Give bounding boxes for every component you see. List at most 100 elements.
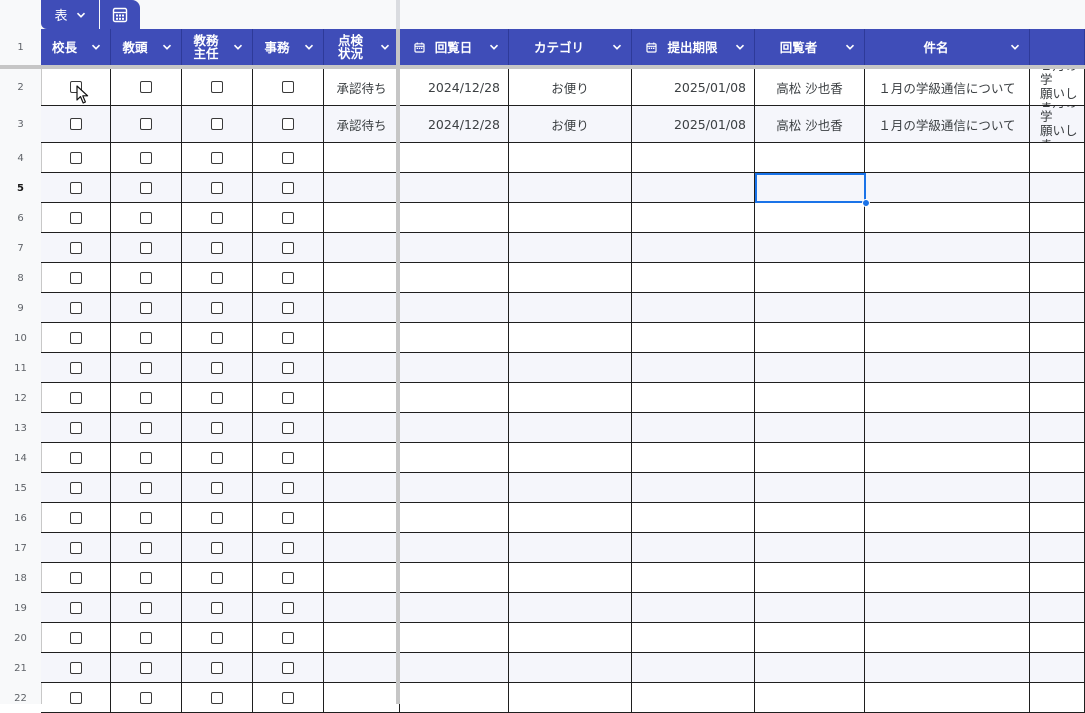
cell-k[interactable]: [1030, 533, 1085, 563]
cell-a[interactable]: [41, 263, 111, 293]
cell-k[interactable]: [1030, 383, 1085, 413]
checkbox[interactable]: [211, 691, 223, 704]
cell-k[interactable]: [1030, 323, 1085, 353]
checkbox[interactable]: [211, 81, 223, 93]
cell-d[interactable]: [253, 683, 324, 713]
cell-e[interactable]: [324, 623, 400, 653]
row-number[interactable]: 12: [0, 383, 41, 413]
cell-d[interactable]: [253, 106, 324, 143]
cell-f[interactable]: [400, 173, 509, 203]
row-number[interactable]: 11: [0, 353, 41, 383]
chevron-down-icon[interactable]: [486, 42, 502, 52]
chevron-down-icon[interactable]: [377, 42, 393, 52]
row-number[interactable]: 16: [0, 503, 41, 533]
checkbox[interactable]: [211, 151, 223, 164]
cell-c[interactable]: [182, 293, 253, 323]
cell-f[interactable]: [400, 353, 509, 383]
cell-j[interactable]: [865, 323, 1030, 353]
cell-i[interactable]: [755, 563, 865, 593]
chevron-down-icon[interactable]: [230, 42, 246, 52]
checkbox[interactable]: [69, 361, 82, 374]
checkbox[interactable]: [69, 451, 82, 464]
cell-e[interactable]: [324, 233, 400, 263]
cell-e[interactable]: [324, 323, 400, 353]
row-number[interactable]: 19: [0, 593, 41, 623]
checkbox[interactable]: [69, 118, 82, 130]
cell-g[interactable]: [509, 143, 632, 173]
cell-g[interactable]: [509, 323, 632, 353]
cell-a[interactable]: [41, 443, 111, 473]
cell-j[interactable]: [865, 353, 1030, 383]
cell-b[interactable]: [111, 623, 182, 653]
cell-d[interactable]: [253, 353, 324, 383]
checkbox[interactable]: [282, 691, 294, 704]
checkbox[interactable]: [282, 271, 294, 284]
checkbox[interactable]: [282, 151, 294, 164]
cell-g[interactable]: お便り: [509, 106, 632, 143]
cell-e[interactable]: [324, 143, 400, 173]
column-header-k[interactable]: [1030, 29, 1085, 65]
row-number[interactable]: 3: [0, 106, 41, 143]
cell-j[interactable]: [865, 383, 1030, 413]
cell-e[interactable]: [324, 533, 400, 563]
cell-e[interactable]: [324, 593, 400, 623]
checkbox[interactable]: [211, 118, 223, 130]
cell-a[interactable]: [41, 143, 111, 173]
cell-c[interactable]: [182, 563, 253, 593]
checkbox[interactable]: [69, 541, 82, 554]
checkbox[interactable]: [211, 631, 223, 644]
cell-h[interactable]: [632, 203, 755, 233]
row-number[interactable]: 7: [0, 233, 41, 263]
cell-f[interactable]: 2024/12/28: [400, 69, 509, 106]
checkbox[interactable]: [69, 691, 82, 704]
cell-a[interactable]: [41, 593, 111, 623]
cell-g[interactable]: [509, 623, 632, 653]
checkbox[interactable]: [282, 481, 294, 494]
checkbox[interactable]: [282, 451, 294, 464]
cell-b[interactable]: [111, 263, 182, 293]
checkbox[interactable]: [211, 241, 223, 254]
cell-a[interactable]: [41, 533, 111, 563]
cell-a[interactable]: [41, 473, 111, 503]
cell-f[interactable]: 2024/12/28: [400, 106, 509, 143]
cell-g[interactable]: [509, 593, 632, 623]
cell-i[interactable]: [755, 233, 865, 263]
row-number[interactable]: 2: [0, 69, 41, 106]
cell-k[interactable]: [1030, 473, 1085, 503]
checkbox[interactable]: [282, 601, 294, 614]
cell-b[interactable]: [111, 473, 182, 503]
cell-i[interactable]: 高松 沙也香: [755, 106, 865, 143]
cell-e[interactable]: [324, 653, 400, 683]
row-number[interactable]: 9: [0, 293, 41, 323]
cell-f[interactable]: [400, 293, 509, 323]
checkbox[interactable]: [211, 661, 223, 674]
cell-b[interactable]: [111, 413, 182, 443]
cell-d[interactable]: [253, 443, 324, 473]
cell-j[interactable]: [865, 203, 1030, 233]
checkbox[interactable]: [69, 481, 82, 494]
cell-b[interactable]: [111, 383, 182, 413]
cell-k[interactable]: [1030, 143, 1085, 173]
column-header-b[interactable]: 教頭: [111, 29, 182, 65]
checkbox[interactable]: [140, 391, 152, 404]
checkbox[interactable]: [69, 421, 82, 434]
cell-a[interactable]: [41, 293, 111, 323]
checkbox[interactable]: [140, 571, 152, 584]
checkbox[interactable]: [69, 271, 82, 284]
cell-b[interactable]: [111, 69, 182, 106]
cell-i[interactable]: [755, 533, 865, 563]
cell-g[interactable]: [509, 173, 632, 203]
checkbox[interactable]: [140, 451, 152, 464]
cell-b[interactable]: [111, 353, 182, 383]
cell-c[interactable]: [182, 173, 253, 203]
checkbox[interactable]: [69, 331, 82, 344]
cell-d[interactable]: [253, 533, 324, 563]
cell-f[interactable]: [400, 533, 509, 563]
chevron-down-icon[interactable]: [159, 42, 175, 52]
cell-j[interactable]: [865, 473, 1030, 503]
cell-f[interactable]: [400, 563, 509, 593]
cell-c[interactable]: [182, 263, 253, 293]
cell-c[interactable]: [182, 473, 253, 503]
cell-i[interactable]: [755, 653, 865, 683]
cell-e[interactable]: [324, 443, 400, 473]
